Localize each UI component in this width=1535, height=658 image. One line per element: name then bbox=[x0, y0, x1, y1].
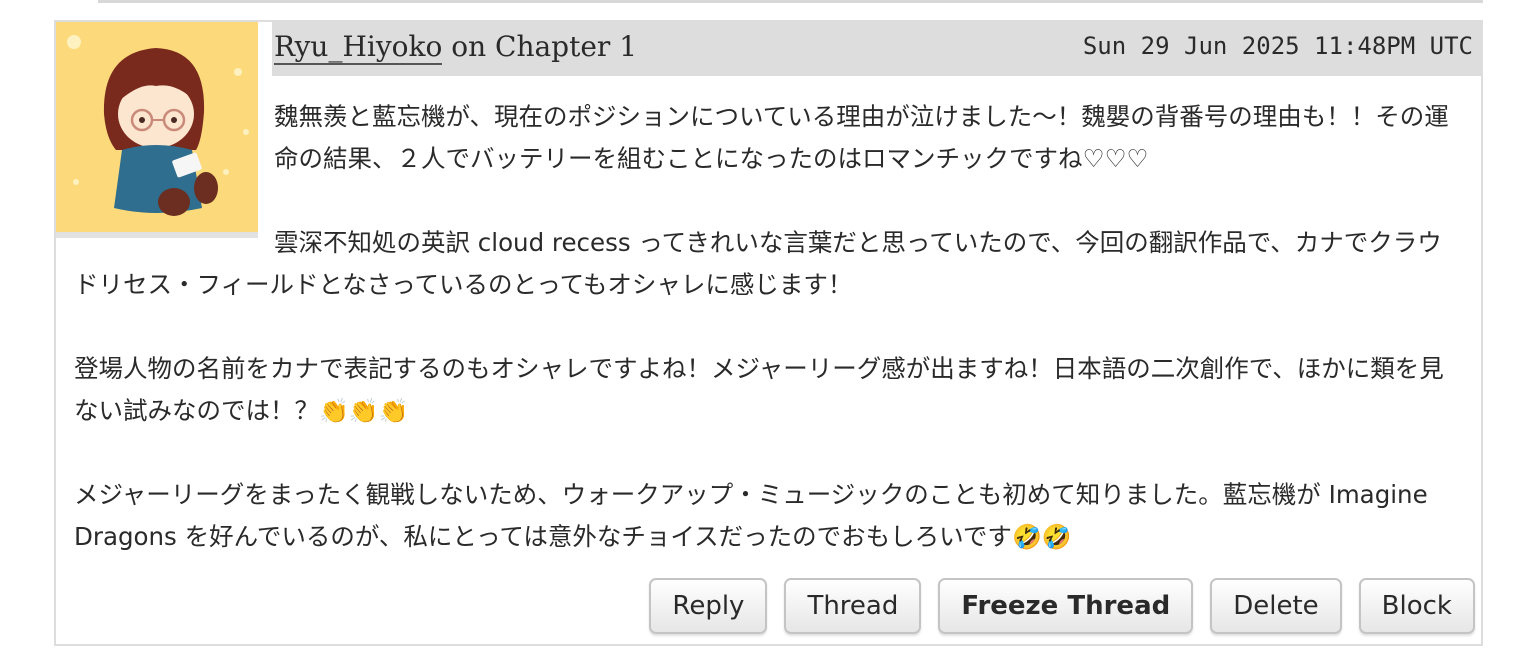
freeze-thread-button[interactable]: Freeze Thread bbox=[938, 578, 1194, 634]
paragraph-text: メジャーリーグをまったく観戦しないため、ウォークアップ・ミュージックのことも初め… bbox=[74, 480, 1428, 551]
comment-card: Ryu_Hiyoko on Chapter 1 Sun 29 Jun 2025 … bbox=[54, 20, 1483, 646]
comment-heading: Ryu_Hiyoko on Chapter 1 Sun 29 Jun 2025 … bbox=[272, 22, 1481, 76]
comment-datetime: Sun 29 Jun 2025 11:48PM UTC bbox=[1082, 32, 1473, 60]
rofl-face-icon: 🤣🤣 bbox=[1011, 523, 1072, 551]
byline: Ryu_Hiyoko on Chapter 1 bbox=[274, 30, 637, 65]
comment-paragraph: 雲深不知処の英訳 cloud recess ってきれいな言葉だと思っていたので、… bbox=[74, 222, 1459, 306]
author-link[interactable]: Ryu_Hiyoko bbox=[274, 30, 443, 65]
delete-button[interactable]: Delete bbox=[1210, 578, 1342, 634]
clapping-hands-icon: 👏👏👏 bbox=[319, 397, 409, 425]
comment-actions: Reply Thread Freeze Thread Delete Block bbox=[649, 578, 1475, 634]
paragraph-text: 登場人物の名前をカナで表記するのもオシャレですよね！メジャーリーグ感が出ますね！… bbox=[74, 354, 1444, 425]
block-button[interactable]: Block bbox=[1358, 578, 1475, 634]
paragraph-text: 魏無羨と藍忘機が、現在のポジションについている理由が泣けました〜！魏嬰の背番号の… bbox=[274, 102, 1449, 173]
divider-line bbox=[98, 0, 1483, 3]
comment-body: 魏無羨と藍忘機が、現在のポジションについている理由が泣けました〜！魏嬰の背番号の… bbox=[74, 96, 1459, 600]
byline-on-text: on bbox=[442, 30, 496, 63]
thread-button[interactable]: Thread bbox=[784, 578, 922, 634]
paragraph-text: 雲深不知処の英訳 cloud recess ってきれいな言葉だと思っていたので、… bbox=[74, 228, 1442, 299]
avatar-float-spacer bbox=[74, 96, 274, 246]
reply-button[interactable]: Reply bbox=[649, 578, 768, 634]
comment-paragraph: 魏無羨と藍忘機が、現在のポジションについている理由が泣けました〜！魏嬰の背番号の… bbox=[74, 96, 1459, 180]
chapter-link[interactable]: Chapter 1 bbox=[495, 30, 637, 63]
comment-paragraph: メジャーリーグをまったく観戦しないため、ウォークアップ・ミュージックのことも初め… bbox=[74, 474, 1459, 558]
comment-paragraph: 登場人物の名前をカナで表記するのもオシャレですよね！メジャーリーグ感が出ますね！… bbox=[74, 348, 1459, 432]
